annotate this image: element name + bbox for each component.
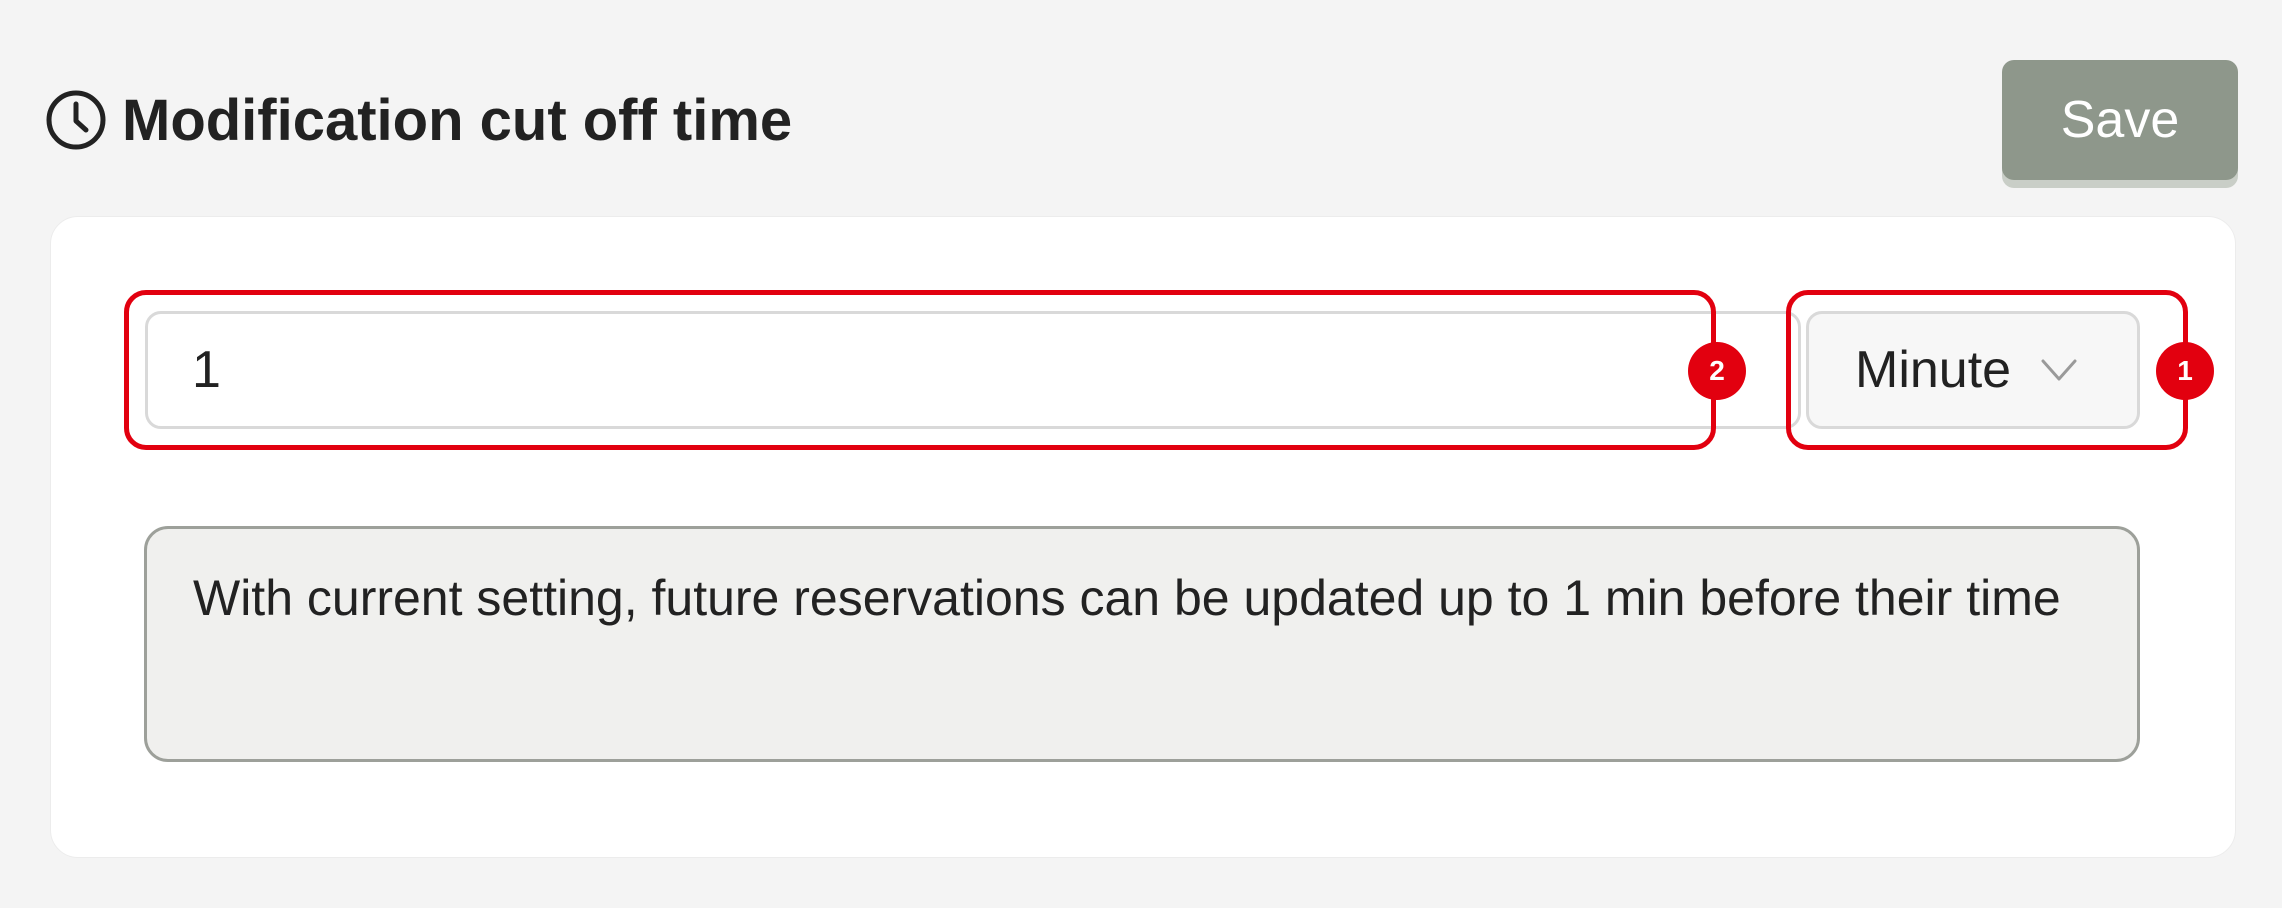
info-message-text: With current setting, future reservation… bbox=[193, 570, 2061, 626]
annotation-badge: 1 bbox=[2156, 342, 2214, 400]
page-title: Modification cut off time bbox=[122, 87, 793, 153]
section-header: Modification cut off time bbox=[44, 80, 792, 160]
info-message: With current setting, future reservation… bbox=[144, 526, 2140, 762]
page: Modification cut off time Save Minute Wi… bbox=[0, 0, 2282, 908]
annotation-box-unit-select bbox=[1786, 290, 2188, 450]
save-button[interactable]: Save bbox=[2002, 60, 2238, 180]
clock-icon bbox=[44, 88, 108, 152]
annotation-box-value-input bbox=[124, 290, 1716, 450]
annotation-badge: 2 bbox=[1688, 342, 1746, 400]
